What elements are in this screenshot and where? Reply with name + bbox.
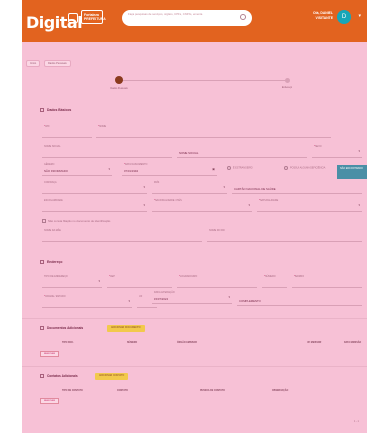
add-contact-button[interactable]: ADICIONAR CONTATO: [95, 373, 129, 380]
chevron-down-icon: ▾: [98, 279, 100, 283]
col-uf-emissor: UF EMISSOR: [307, 342, 322, 344]
deficiencia-checkbox[interactable]: POSSUI ALGUMA DEFICIÊNCIA: [284, 166, 325, 170]
avatar[interactable]: D: [337, 10, 351, 24]
mae-field[interactable]: NOME DA MÃE: [42, 228, 202, 242]
step-label: Endereço: [281, 86, 293, 89]
search-icon[interactable]: [240, 14, 246, 20]
step-endereco[interactable]: Endereço: [272, 78, 302, 89]
estrangeiro-checkbox[interactable]: É ESTRANGEIRO: [227, 166, 253, 170]
raca-select[interactable]: COR/RAÇA ▾: [42, 180, 147, 194]
section-contacts-title[interactable]: Contatos Adicionais: [40, 374, 78, 379]
pais-select[interactable]: PAÍS ▾: [152, 180, 227, 194]
col-data-emissao: DATA EMISSÃO: [344, 342, 362, 344]
search-placeholder: Faça pesquisas de serviços, órgãos, CPFs…: [128, 12, 203, 16]
user-role: VISITANTE: [315, 16, 333, 20]
collapse-icon: [40, 374, 44, 379]
nome-social-field[interactable]: NOME SOCIAL: [42, 144, 172, 158]
col-numero: NÚMERO: [127, 342, 138, 344]
add-document-button[interactable]: ADICIONAR DOCUMENTO: [107, 325, 145, 332]
cpf-field[interactable]: *CPF: [42, 124, 92, 138]
col-contato: CONTATO: [117, 390, 128, 392]
collapse-icon: [40, 260, 44, 265]
sem-filiacao-checkbox[interactable]: Não consta filiação no documento de iden…: [42, 219, 110, 224]
chevron-down-icon[interactable]: ▾: [358, 13, 361, 19]
step-label: Dados Pessoais: [110, 87, 128, 90]
complemento-field[interactable]: COMPLEMENTO: [237, 292, 362, 306]
breadcrumb: Início Dados Pessoais: [26, 60, 74, 67]
remove-contact-button[interactable]: REMOVER: [40, 398, 60, 404]
chevron-down-icon: ▾: [128, 299, 130, 303]
divider: [22, 366, 367, 367]
search-input[interactable]: Faça pesquisas de serviços, órgãos, CPFs…: [122, 10, 252, 26]
collapse-icon: [40, 108, 44, 113]
step-dados-pessoais[interactable]: Dados Pessoais: [104, 76, 134, 90]
nascimento-field[interactable]: *DATA NASCIMENTO 07/01/1994 ▣: [122, 162, 217, 176]
chevron-down-icon: ▾: [248, 203, 250, 207]
stepper-line: [117, 80, 287, 81]
section-documents-title[interactable]: Documentos Adicionais: [40, 326, 83, 331]
pai-field[interactable]: NOME DO PAI: [207, 228, 362, 242]
section-address-title[interactable]: Endereço: [40, 260, 62, 265]
chevron-down-icon: ▾: [358, 203, 360, 207]
sexo-select[interactable]: *SEXO ▾: [312, 144, 362, 158]
data-alteracao-field[interactable]: DATA ALTERAÇÃO 15/07/2024 ▾: [152, 290, 232, 304]
cidade-select[interactable]: *CIDADE / ESTADO ▾: [42, 294, 132, 308]
step-active-icon: [115, 76, 123, 84]
breadcrumb-home[interactable]: Início: [26, 60, 41, 67]
chevron-down-icon: ▾: [108, 167, 110, 171]
chevron-down-icon: ▾: [143, 203, 145, 207]
pagination[interactable]: 1 - 1: [354, 420, 359, 423]
remove-document-button[interactable]: REMOVER: [40, 351, 60, 357]
numero-field[interactable]: *NÚMERO: [262, 274, 287, 288]
genero-select[interactable]: GÊNERO NÃO INFORMADO ▾: [42, 162, 112, 176]
nacionalidade-select[interactable]: *NACIONALIDADE / PAÍS ▾: [152, 198, 252, 212]
checkbox-icon: [227, 166, 231, 170]
checkbox-icon: [42, 219, 46, 224]
chevron-down-icon: ▾: [358, 149, 360, 153]
collapse-icon: [40, 326, 44, 331]
col-tipo-doc: TIPO DOC.: [62, 342, 74, 344]
chevron-down-icon: ▾: [223, 185, 225, 189]
chevron-down-icon: ▾: [228, 295, 230, 299]
step-inactive-icon: [284, 78, 290, 83]
chevron-down-icon: ▾: [143, 185, 145, 189]
divider: [22, 318, 367, 319]
user-info[interactable]: Olá, DANIEL VISITANTE: [313, 11, 333, 21]
bairro-field[interactable]: *BAIRRO: [292, 274, 362, 288]
nome-field[interactable]: *NOME: [96, 124, 331, 138]
top-bar: Digital Fortaleza PREFEITURA Faça pesqui…: [22, 0, 367, 42]
breadcrumb-current: Dados Pessoais: [43, 60, 71, 67]
tipo-endereco-select[interactable]: TIPO DE ENDEREÇO ▾: [42, 274, 102, 288]
col-tipo-contato: TIPO DE CONTATO: [62, 390, 83, 392]
cep-field[interactable]: *CEP: [107, 274, 172, 288]
not-found-button[interactable]: NÃO ENCONTRADO: [337, 165, 367, 179]
checkbox-icon: [284, 166, 288, 170]
partner-logo: Fortaleza PREFEITURA: [81, 10, 106, 24]
nome-social-text: NOME SOCIAL: [177, 144, 307, 158]
main-content: Início Dados Pessoais Dados Pessoais End…: [22, 42, 367, 433]
calendar-icon: ▣: [212, 167, 215, 171]
logo-icon: [68, 13, 78, 23]
naturalidade-select[interactable]: *NATURALIDADE ▾: [257, 198, 362, 212]
col-pessoa: PESSOA DE CONTATO: [200, 390, 225, 392]
section-basic-title[interactable]: Dados Básicos: [40, 108, 71, 113]
cartao-sus-field[interactable]: CARTÃO NACIONAL DE SAÚDE: [232, 180, 362, 194]
escolaridade-select[interactable]: ESCOLARIDADE ▾: [42, 198, 147, 212]
col-observacao: OBSERVAÇÃO: [272, 390, 289, 392]
logradouro-field[interactable]: *LOGRADOURO: [177, 274, 257, 288]
col-orgao: ÓRGÃO EMISSOR: [177, 342, 197, 344]
partner-sub: PREFEITURA: [84, 17, 106, 21]
